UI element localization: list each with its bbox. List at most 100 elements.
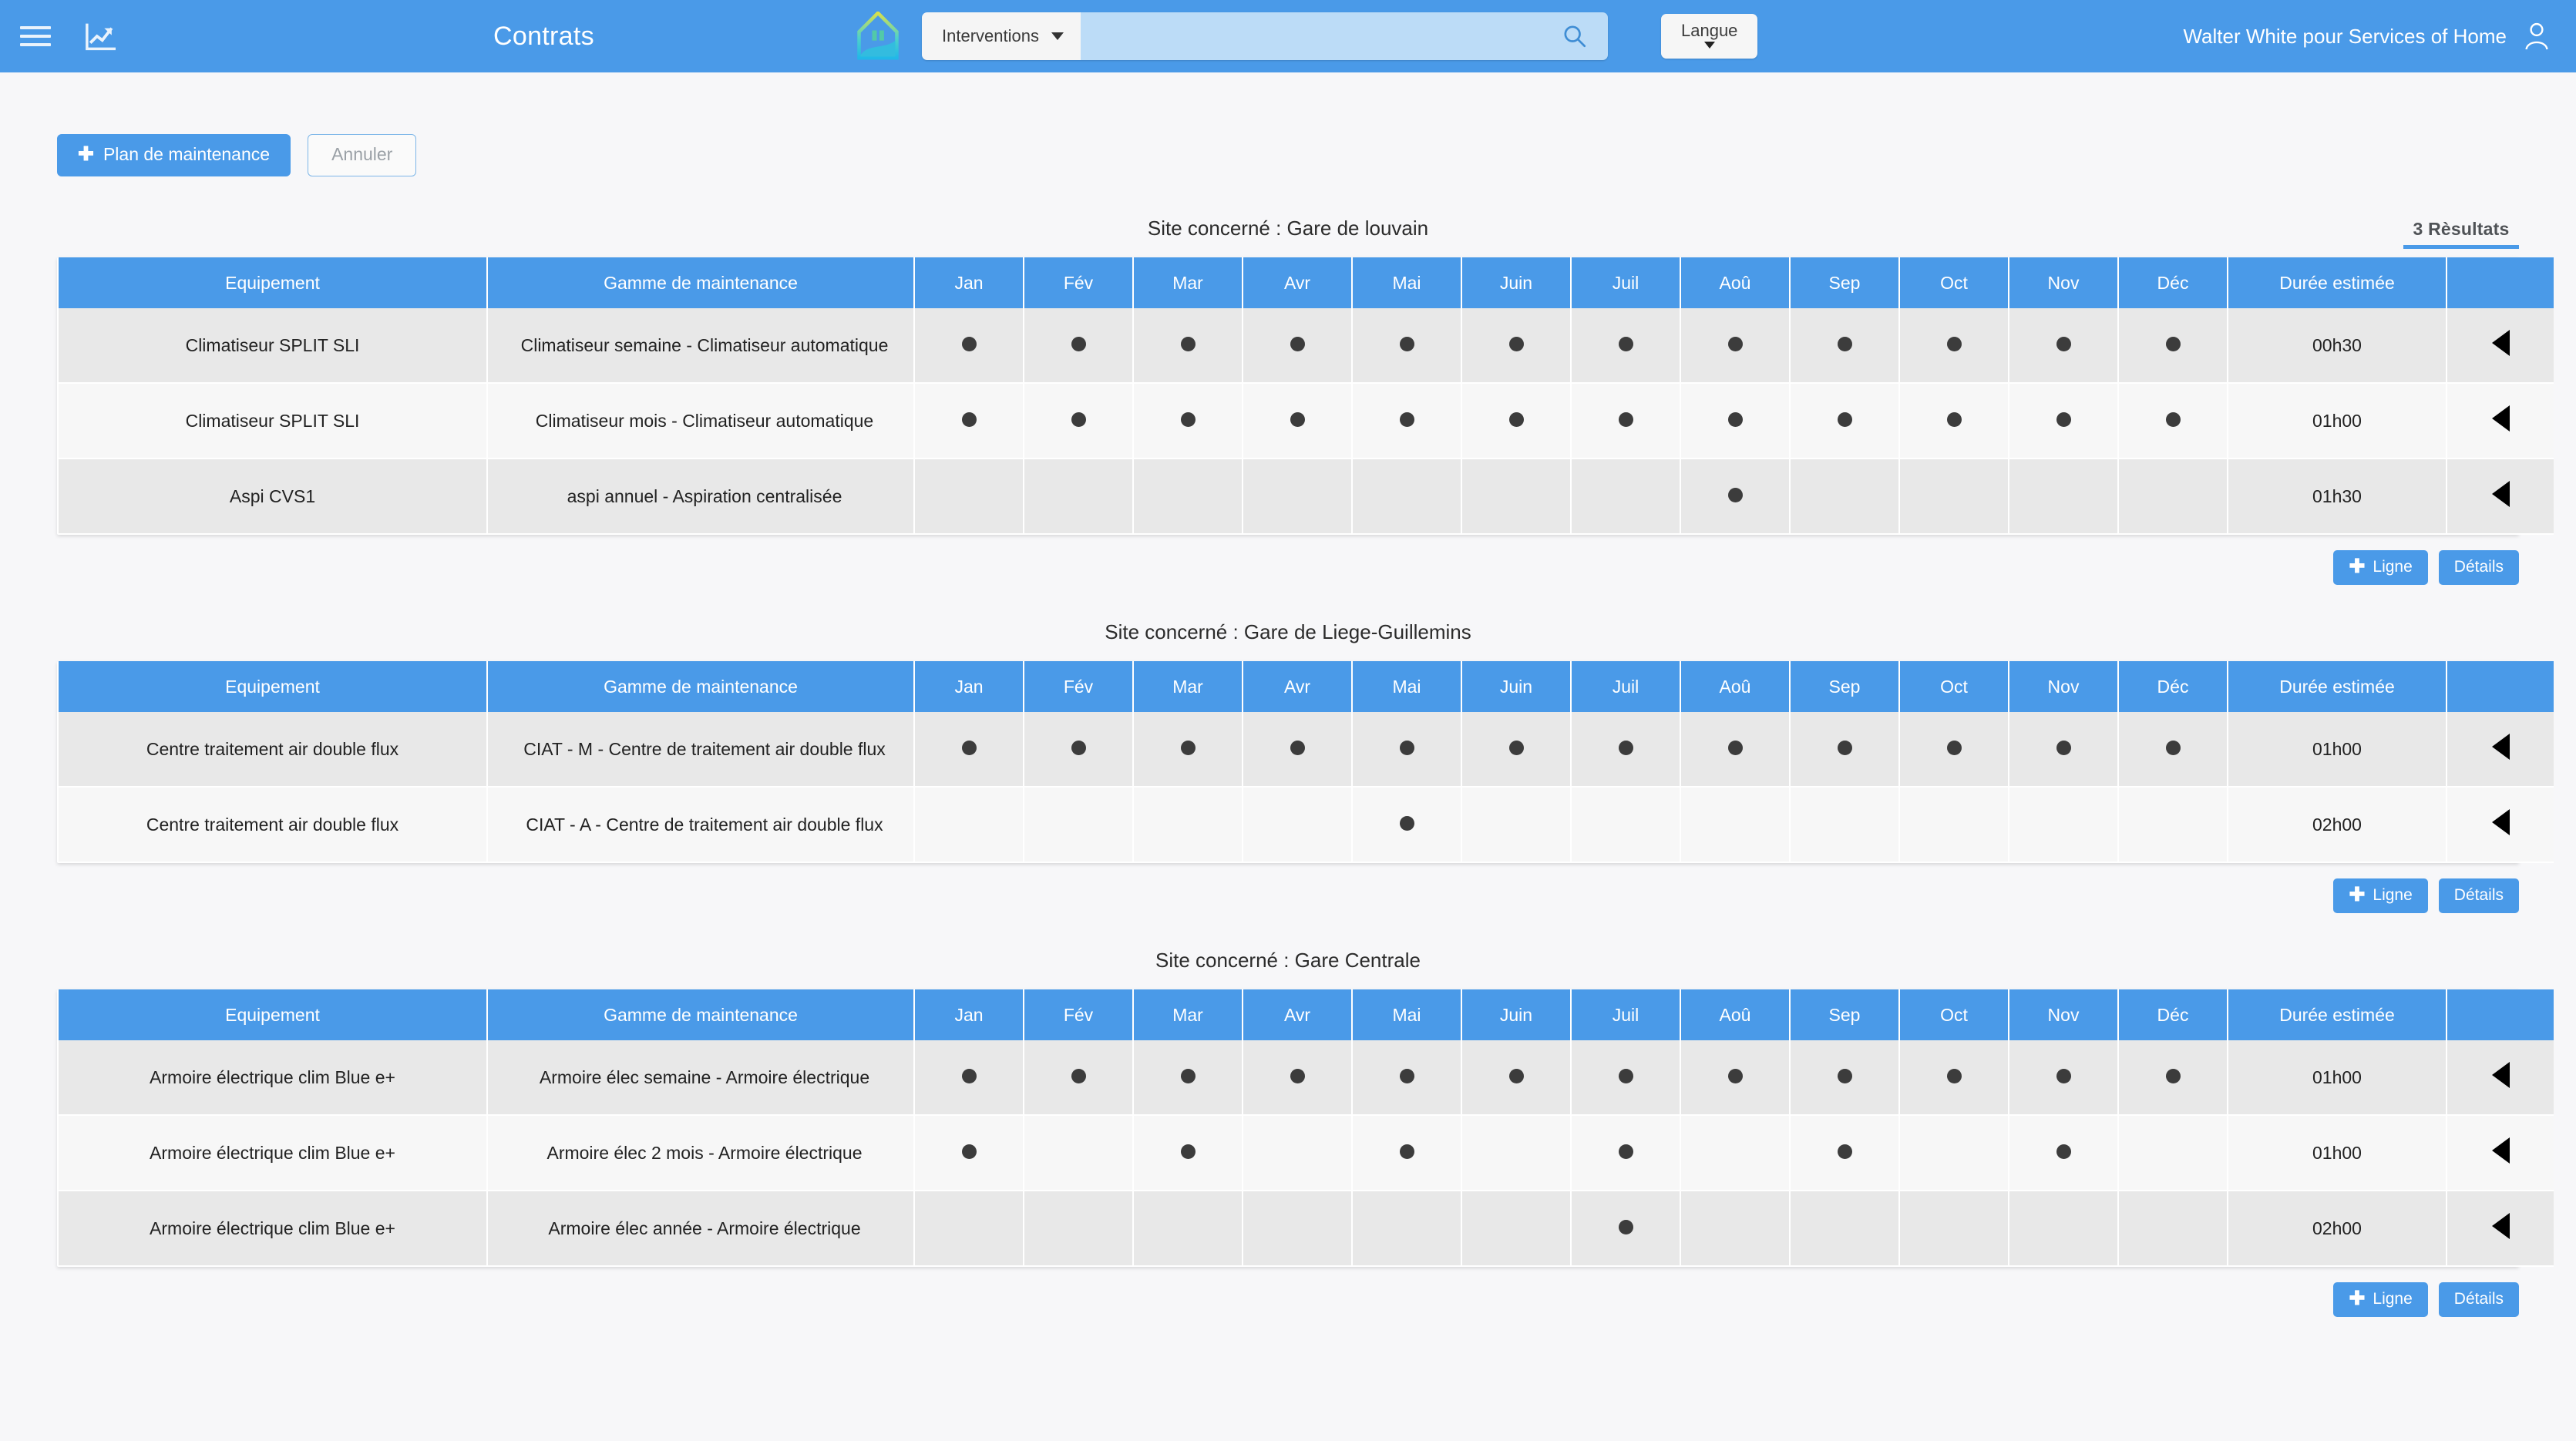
search-icon[interactable] (1562, 23, 1588, 49)
cell-month-déc[interactable] (2119, 1116, 2227, 1191)
cell-month-juil[interactable] (1572, 712, 1680, 788)
cell-actions[interactable] (2447, 788, 2554, 863)
cell-month-juil[interactable] (1572, 459, 1680, 535)
cell-month-avr[interactable] (1243, 712, 1351, 788)
cell-month-avr[interactable] (1243, 1116, 1351, 1191)
cell-month-nov[interactable] (2009, 1191, 2117, 1267)
cell-actions[interactable] (2447, 1040, 2554, 1116)
table-row[interactable]: Armoire électrique clim Blue e+ Armoire é… (59, 1040, 2554, 1116)
cell-actions[interactable] (2447, 384, 2554, 459)
table-row[interactable]: Aspi CVS1 aspi annuel - Aspiration centra… (59, 459, 2554, 535)
cancel-button[interactable]: Annuler (308, 134, 417, 176)
cell-month-déc[interactable] (2119, 788, 2227, 863)
cell-month-mar[interactable] (1134, 308, 1242, 384)
cell-month-mai[interactable] (1353, 1116, 1461, 1191)
cell-month-mar[interactable] (1134, 1191, 1242, 1267)
cell-month-avr[interactable] (1243, 1040, 1351, 1116)
table-row[interactable]: Climatiseur SPLIT SLI Climatiseur semaine… (59, 308, 2554, 384)
cell-month-nov[interactable] (2009, 459, 2117, 535)
cell-month-fév[interactable] (1024, 308, 1132, 384)
cell-month-avr[interactable] (1243, 459, 1351, 535)
cell-month-fév[interactable] (1024, 1191, 1132, 1267)
cell-month-sep[interactable] (1791, 1040, 1898, 1116)
cell-month-juin[interactable] (1462, 712, 1570, 788)
cell-month-juin[interactable] (1462, 1116, 1570, 1191)
expand-left-arrow-icon[interactable] (2491, 1062, 2510, 1088)
cell-month-avr[interactable] (1243, 308, 1351, 384)
cell-month-mai[interactable] (1353, 712, 1461, 788)
cell-month-aoû[interactable] (1681, 712, 1789, 788)
cell-month-fév[interactable] (1024, 459, 1132, 535)
expand-left-arrow-icon[interactable] (2491, 330, 2510, 356)
cell-month-mar[interactable] (1134, 1116, 1242, 1191)
add-line-button[interactable]: ✚ Ligne (2333, 550, 2428, 585)
cell-month-aoû[interactable] (1681, 788, 1789, 863)
table-row[interactable]: Centre traitement air double flux CIAT - … (59, 712, 2554, 788)
cell-month-déc[interactable] (2119, 712, 2227, 788)
add-line-button[interactable]: ✚ Ligne (2333, 878, 2428, 913)
table-row[interactable]: Centre traitement air double flux CIAT - … (59, 788, 2554, 863)
cell-month-mai[interactable] (1353, 384, 1461, 459)
cell-actions[interactable] (2447, 1191, 2554, 1267)
search-input[interactable] (1080, 12, 1562, 60)
cell-month-sep[interactable] (1791, 1191, 1898, 1267)
cell-month-jan[interactable] (915, 459, 1023, 535)
cell-month-oct[interactable] (1900, 1040, 2008, 1116)
cell-month-aoû[interactable] (1681, 1191, 1789, 1267)
cell-month-aoû[interactable] (1681, 308, 1789, 384)
hamburger-menu-icon[interactable] (20, 24, 51, 49)
cell-month-sep[interactable] (1791, 1116, 1898, 1191)
cell-month-jan[interactable] (915, 384, 1023, 459)
cell-month-fév[interactable] (1024, 788, 1132, 863)
cell-month-aoû[interactable] (1681, 384, 1789, 459)
cell-actions[interactable] (2447, 1116, 2554, 1191)
cell-month-juin[interactable] (1462, 1040, 1570, 1116)
cell-month-déc[interactable] (2119, 1191, 2227, 1267)
cell-month-mai[interactable] (1353, 308, 1461, 384)
cell-month-oct[interactable] (1900, 384, 2008, 459)
cell-month-mai[interactable] (1353, 1191, 1461, 1267)
cell-month-mai[interactable] (1353, 788, 1461, 863)
cell-month-avr[interactable] (1243, 788, 1351, 863)
cell-actions[interactable] (2447, 712, 2554, 788)
cell-month-jan[interactable] (915, 1116, 1023, 1191)
cell-month-nov[interactable] (2009, 1040, 2117, 1116)
cell-month-juil[interactable] (1572, 308, 1680, 384)
cell-month-mar[interactable] (1134, 712, 1242, 788)
cell-month-mar[interactable] (1134, 459, 1242, 535)
cell-month-mar[interactable] (1134, 1040, 1242, 1116)
cell-month-déc[interactable] (2119, 308, 2227, 384)
chart-icon[interactable] (85, 22, 117, 51)
cell-month-oct[interactable] (1900, 788, 2008, 863)
cell-month-juil[interactable] (1572, 384, 1680, 459)
cell-month-oct[interactable] (1900, 459, 2008, 535)
cell-month-oct[interactable] (1900, 712, 2008, 788)
expand-left-arrow-icon[interactable] (2491, 481, 2510, 507)
add-line-button[interactable]: ✚ Ligne (2333, 1282, 2428, 1317)
cell-month-nov[interactable] (2009, 712, 2117, 788)
cell-month-oct[interactable] (1900, 1116, 2008, 1191)
cell-month-juin[interactable] (1462, 1191, 1570, 1267)
cell-month-mai[interactable] (1353, 459, 1461, 535)
cell-month-déc[interactable] (2119, 459, 2227, 535)
cell-month-nov[interactable] (2009, 1116, 2117, 1191)
cell-month-aoû[interactable] (1681, 459, 1789, 535)
details-button[interactable]: Détails (2438, 878, 2519, 913)
cell-month-juil[interactable] (1572, 1191, 1680, 1267)
cell-month-juil[interactable] (1572, 1116, 1680, 1191)
cell-month-juil[interactable] (1572, 1040, 1680, 1116)
cell-month-sep[interactable] (1791, 308, 1898, 384)
cell-month-jan[interactable] (915, 1191, 1023, 1267)
cell-month-jan[interactable] (915, 1040, 1023, 1116)
cell-month-mar[interactable] (1134, 788, 1242, 863)
cell-month-sep[interactable] (1791, 712, 1898, 788)
table-row[interactable]: Armoire électrique clim Blue e+ Armoire é… (59, 1191, 2554, 1267)
cell-month-jan[interactable] (915, 788, 1023, 863)
cell-month-déc[interactable] (2119, 1040, 2227, 1116)
cell-month-fév[interactable] (1024, 712, 1132, 788)
cell-month-nov[interactable] (2009, 308, 2117, 384)
table-row[interactable]: Armoire électrique clim Blue e+ Armoire é… (59, 1116, 2554, 1191)
cell-month-oct[interactable] (1900, 1191, 2008, 1267)
expand-left-arrow-icon[interactable] (2491, 1213, 2510, 1239)
expand-left-arrow-icon[interactable] (2491, 1137, 2510, 1164)
